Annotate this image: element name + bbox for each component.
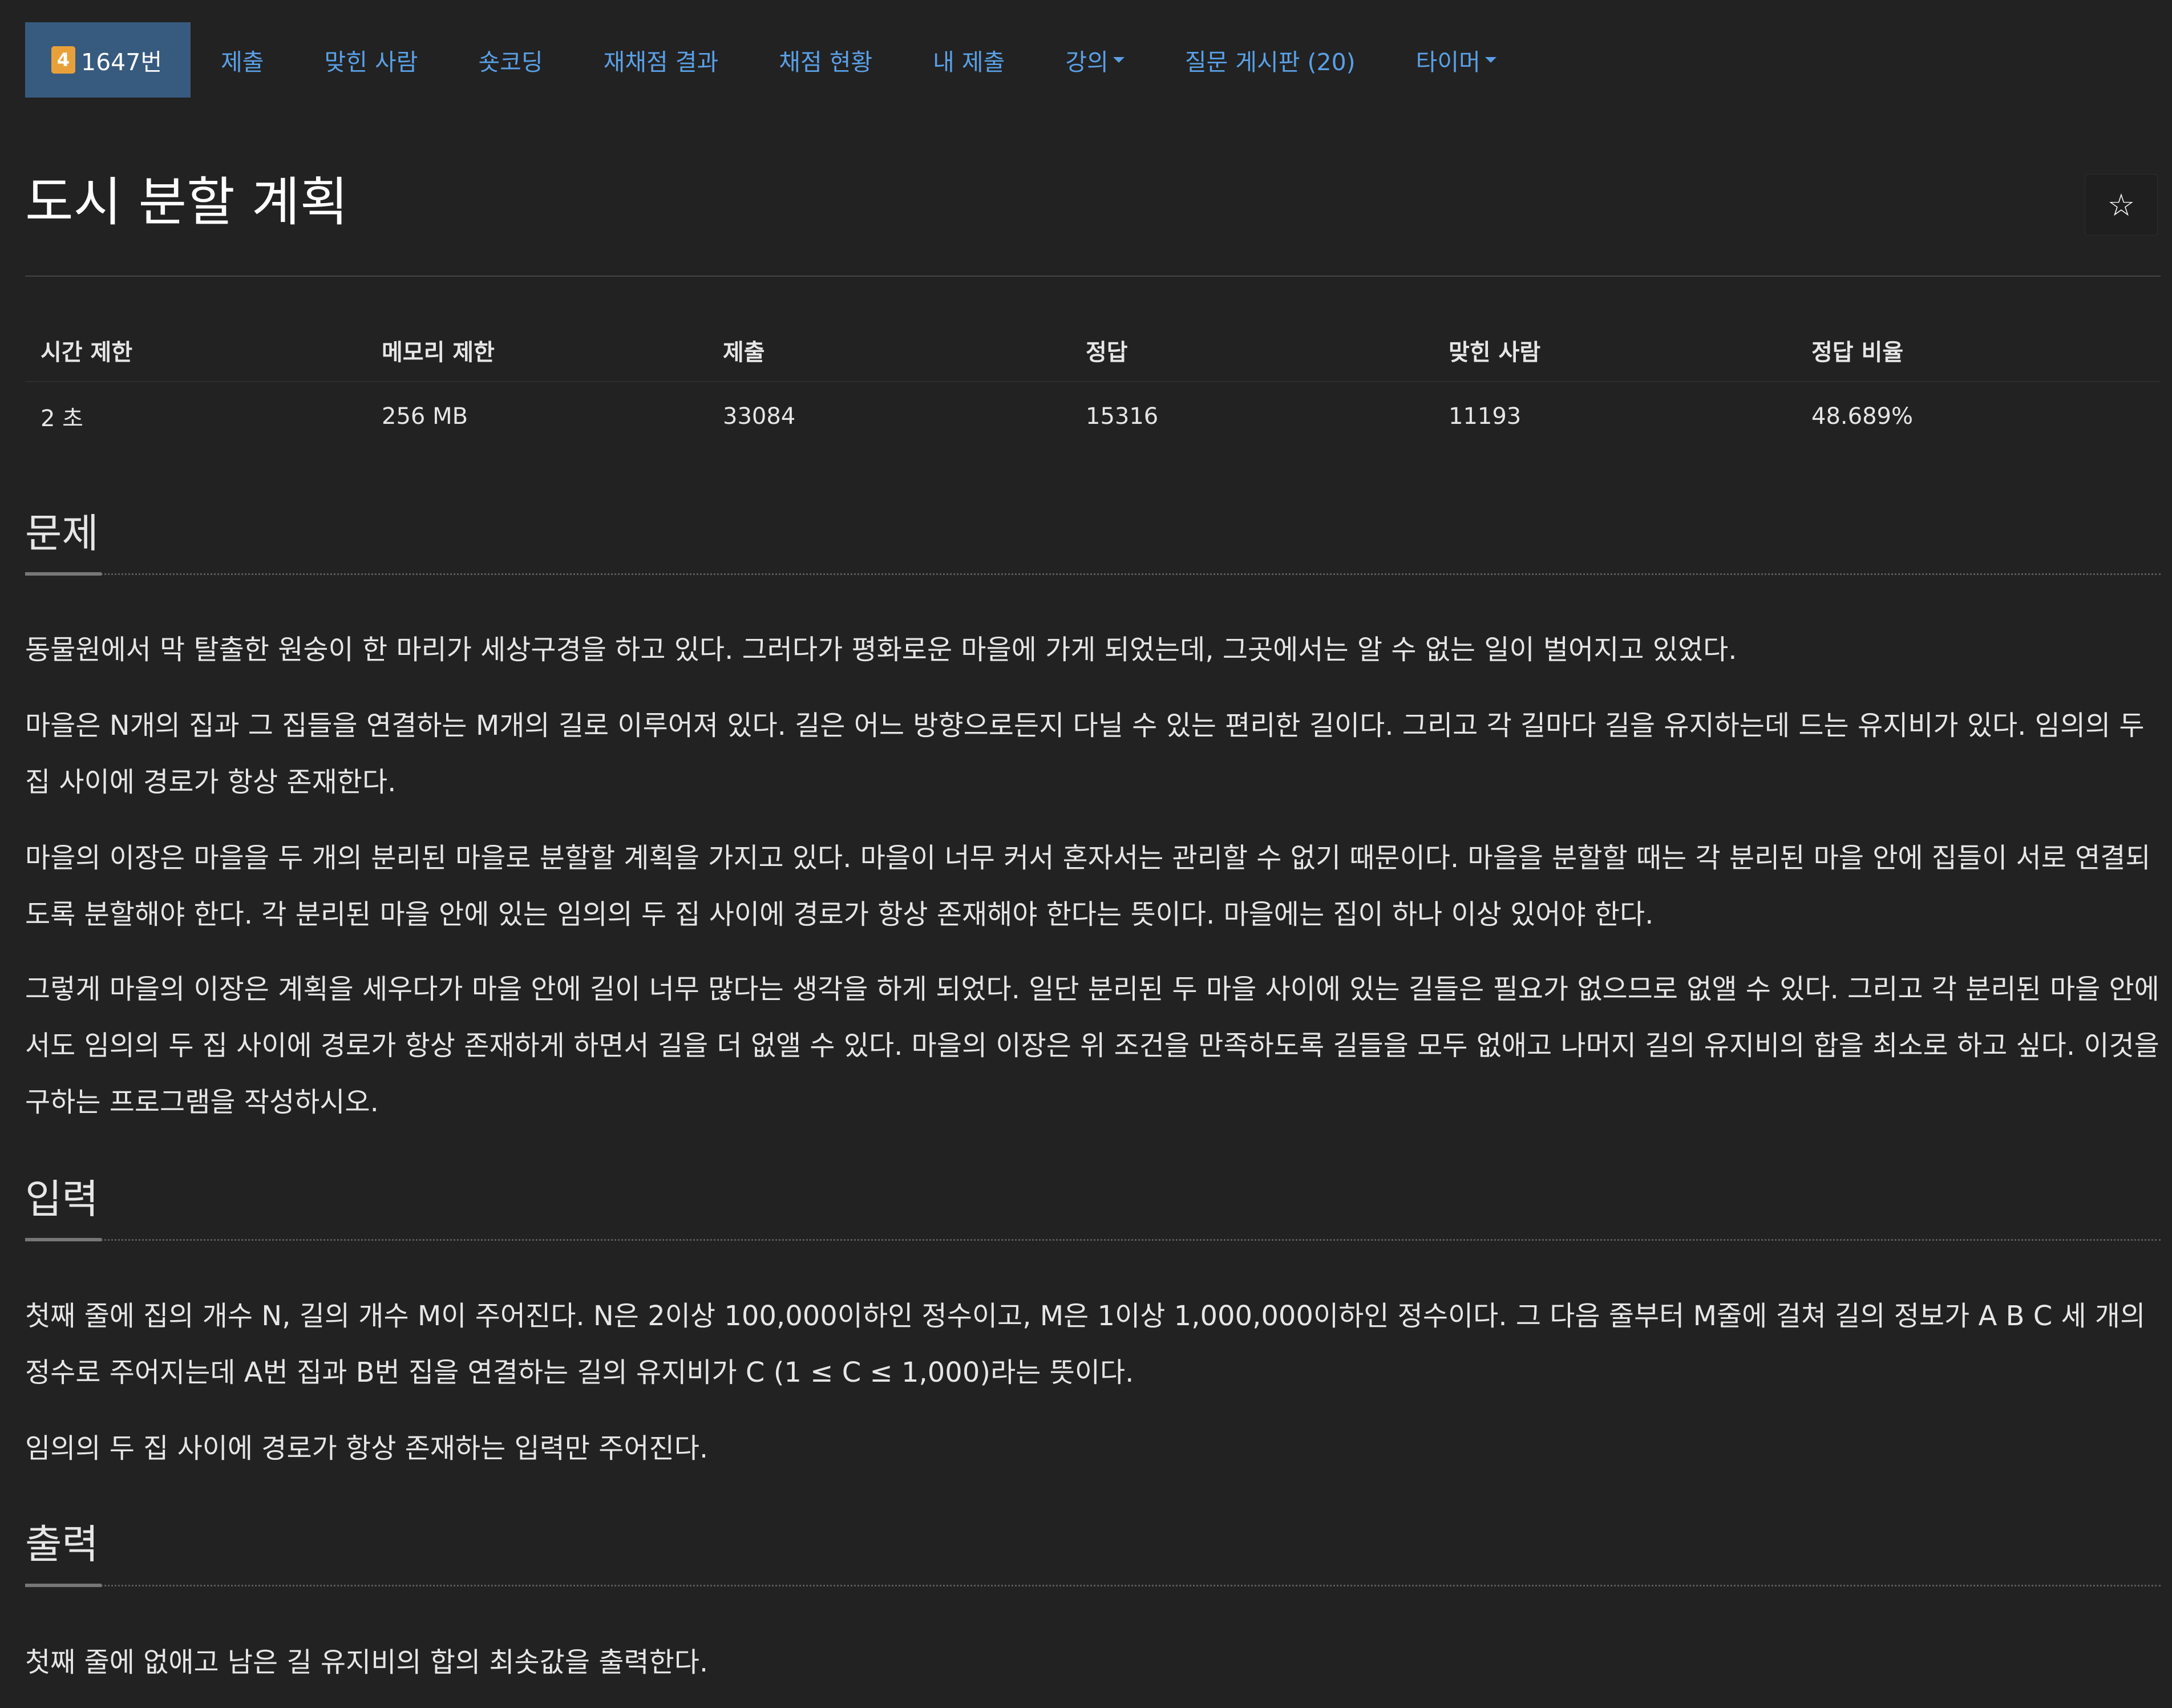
caret-down-icon [1113, 57, 1125, 63]
section-heading-output: 출력 [25, 1521, 99, 1568]
stats-header-accepted: 정답 [1086, 339, 1128, 366]
stats-header-row: 시간 제한 메모리 제한 제출 정답 맞힌 사람 정답 비율 [25, 319, 2161, 382]
stats-header-time-limit: 시간 제한 [41, 339, 133, 366]
tier-badge-icon: 4 [51, 46, 75, 74]
problem-paragraph: 그렇게 마을의 이장은 계획을 세우다가 마을 안에 길이 너무 많다는 생각을… [25, 973, 2159, 1118]
problem-paragraph: 동물원에서 막 탈출한 원숭이 한 마리가 세상구경을 하고 있다. 그러다가 … [25, 634, 1737, 666]
section-divider-problem [25, 573, 2161, 575]
section-heading-input: 입력 [25, 1176, 99, 1223]
caret-down-icon [1485, 57, 1496, 63]
problem-number-label: 1647번 [81, 48, 163, 76]
nav-short-coding[interactable]: 숏코딩 [448, 22, 573, 98]
stats-time-limit: 2 초 [41, 406, 83, 432]
nav-problem-number[interactable]: 4 1647번 [25, 22, 191, 98]
stats-accept-ratio: 48.689% [1811, 403, 1913, 430]
section-underline-input [25, 1238, 102, 1241]
nav-lectures-dropdown[interactable]: 강의 [1035, 22, 1154, 98]
problem-page: 4 1647번 제출 맞힌 사람 숏코딩 재채점 결과 채점 현황 내 제출 강… [0, 0, 2172, 1708]
output-paragraph: 첫째 줄에 없애고 남은 길 유지비의 합의 최솟값을 출력한다. [25, 1646, 709, 1678]
stats-accepted: 15316 [1086, 403, 1159, 430]
nav-timer-dropdown[interactable]: 타이머 [1386, 22, 1527, 98]
section-underline-problem [25, 572, 102, 576]
stats-header-solved-users: 맞힌 사람 [1449, 339, 1541, 366]
stats-header-accept-ratio: 정답 비율 [1811, 339, 1904, 366]
favorite-button[interactable]: ☆ [2085, 174, 2158, 236]
nav-qna-board[interactable]: 질문 게시판 (20) [1155, 22, 1386, 98]
input-paragraph: 첫째 줄에 집의 개수 N, 길의 개수 M이 주어진다. N은 2이상 100… [25, 1300, 2146, 1389]
section-divider-input [25, 1239, 2161, 1241]
stats-memory-limit: 256 MB [382, 403, 468, 430]
nav-solved-users[interactable]: 맞힌 사람 [294, 22, 448, 98]
title-divider [25, 276, 2161, 277]
section-underline-output [25, 1584, 102, 1587]
nav-lectures-label: 강의 [1065, 48, 1109, 76]
page-title: 도시 분할 계획 [25, 172, 349, 233]
problem-stats-table: 시간 제한 메모리 제한 제출 정답 맞힌 사람 정답 비율 2 초 256 M… [25, 319, 2161, 451]
section-divider-output [25, 1585, 2161, 1586]
problem-paragraph: 마을은 N개의 집과 그 집들을 연결하는 M개의 길로 이루어져 있다. 길은… [25, 710, 2145, 798]
section-heading-problem: 문제 [25, 510, 99, 557]
nav-timer-label: 타이머 [1415, 48, 1481, 76]
stats-submissions: 33084 [723, 403, 796, 430]
stats-solved-users: 11193 [1449, 403, 1522, 430]
nav-rejudge-results[interactable]: 재채점 결과 [573, 22, 749, 98]
nav-my-submissions[interactable]: 내 제출 [903, 22, 1035, 98]
nav-submit[interactable]: 제출 [191, 22, 294, 98]
problem-paragraph: 마을의 이장은 마을을 두 개의 분리된 마을로 분할할 계획을 가지고 있다.… [25, 842, 2151, 930]
nav-judge-status[interactable]: 채점 현황 [749, 22, 903, 98]
input-paragraph: 임의의 두 집 사이에 경로가 항상 존재하는 입력만 주어진다. [25, 1432, 709, 1464]
star-icon: ☆ [2107, 187, 2135, 223]
problem-nav: 4 1647번 제출 맞힌 사람 숏코딩 재채점 결과 채점 현황 내 제출 강… [25, 22, 1527, 98]
stats-value-row: 2 초 256 MB 33084 15316 11193 48.689% [25, 382, 2161, 451]
stats-header-memory-limit: 메모리 제한 [382, 339, 495, 366]
stats-header-submissions: 제출 [723, 339, 765, 366]
